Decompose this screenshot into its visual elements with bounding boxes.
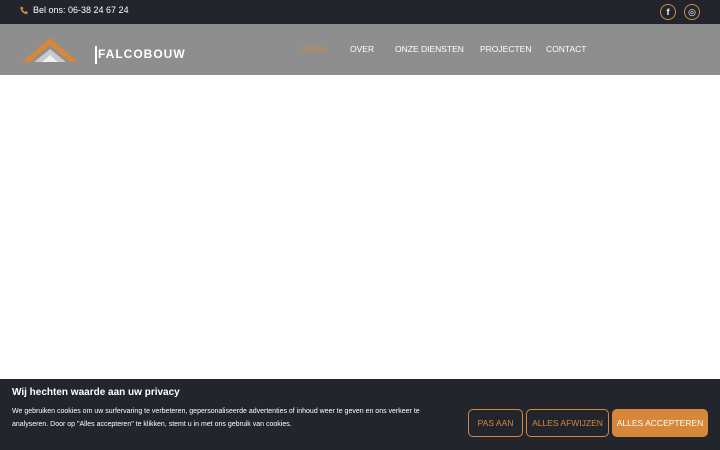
- logo-divider: [95, 46, 97, 64]
- phone-text: Bel ons: 06-38 24 67 24: [33, 5, 129, 15]
- nav-item-projecten[interactable]: PROJECTEN: [480, 44, 531, 54]
- site-header: FALCOBOUW HOME OVER ONZE DIENSTEN PROJEC…: [0, 24, 720, 75]
- phone-contact[interactable]: Bel ons: 06-38 24 67 24: [20, 5, 129, 15]
- customize-button[interactable]: PAS AAN: [468, 409, 523, 437]
- nav-item-over[interactable]: OVER: [350, 44, 374, 54]
- logo-text: FALCOBOUW: [98, 47, 186, 61]
- cookie-text: We gebruiken cookies om uw surfervaring …: [12, 408, 420, 428]
- accept-all-button[interactable]: ALLES ACCEPTEREN: [612, 409, 708, 437]
- top-bar: Bel ons: 06-38 24 67 24 f ◎: [0, 0, 720, 24]
- cookie-title: Wij hechten waarde aan uw privacy: [12, 387, 180, 398]
- cookie-banner: Wij hechten waarde aan uw privacy We geb…: [0, 379, 720, 450]
- nav-item-contact[interactable]: CONTACT: [546, 44, 586, 54]
- facebook-icon[interactable]: f: [660, 4, 676, 20]
- roof-logo-icon: [22, 38, 78, 62]
- logo[interactable]: FALCOBOUW: [20, 34, 185, 66]
- nav-item-home[interactable]: HOME: [301, 44, 327, 54]
- reject-all-button[interactable]: ALLES AFWIJZEN: [526, 409, 609, 437]
- instagram-icon[interactable]: ◎: [684, 4, 700, 20]
- nav-item-onze-diensten[interactable]: ONZE DIENSTEN: [395, 44, 464, 54]
- phone-icon: [20, 6, 28, 14]
